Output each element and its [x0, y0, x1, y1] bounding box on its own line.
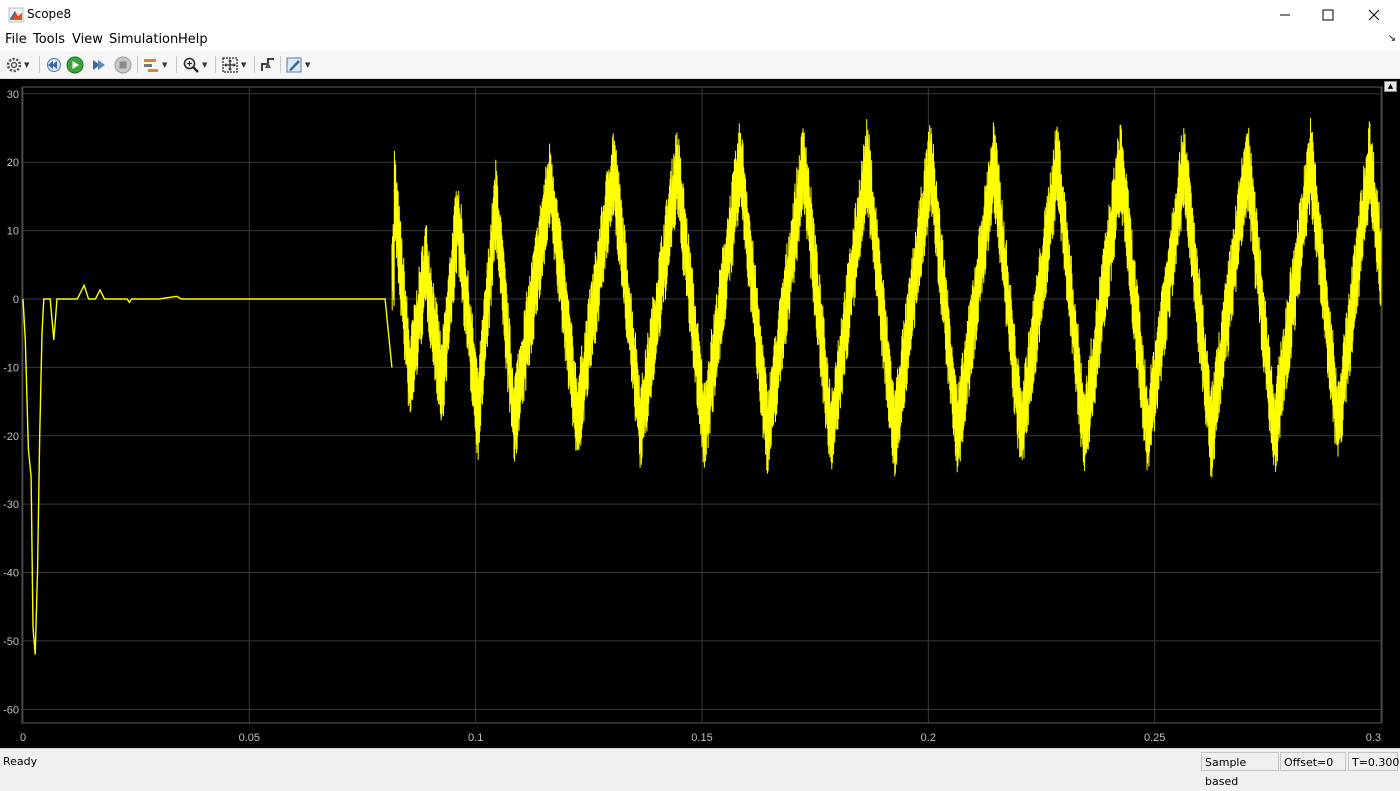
undock-icon[interactable]: ↘: [1388, 33, 1396, 44]
y-tick-label: -20: [3, 431, 19, 443]
y-tick-label: 30: [7, 89, 19, 101]
menu-help[interactable]: Help: [178, 32, 208, 47]
step-back-icon: [47, 57, 61, 72]
settings-button[interactable]: ▼: [6, 55, 29, 74]
triggers-icon: [261, 57, 274, 71]
menu-view[interactable]: View: [72, 32, 103, 47]
window-title: Scope8: [27, 7, 72, 21]
y-tick-label: 20: [7, 157, 19, 169]
autoscale-icon: [222, 56, 238, 73]
y-tick-label: 10: [7, 226, 19, 238]
style-icon: [286, 57, 302, 72]
zoom-icon: [183, 57, 199, 73]
toolbar-separator: [39, 56, 40, 73]
toolbar-separator: [176, 56, 177, 73]
toolbar-separator: [280, 56, 281, 73]
menu-file[interactable]: File: [5, 32, 27, 47]
run-button[interactable]: [66, 55, 84, 74]
stop-icon: [114, 56, 132, 73]
menu-simulation[interactable]: Simulation: [109, 32, 178, 47]
collapse-panel-button[interactable]: ▲: [1384, 81, 1397, 92]
highlight-icon: [144, 58, 158, 72]
toolbar-separator: [254, 56, 255, 73]
maximize-button[interactable]: [1305, 0, 1351, 30]
minimize-icon: [1280, 14, 1290, 16]
toolbar-separator: [215, 56, 216, 73]
close-icon: [1368, 9, 1380, 21]
y-tick-label: -50: [3, 636, 19, 648]
stop-button[interactable]: [114, 55, 132, 74]
triggers-button[interactable]: [259, 55, 277, 74]
close-button[interactable]: [1351, 0, 1397, 30]
y-tick-label: 0: [13, 294, 19, 306]
gear-icon: [6, 57, 22, 72]
y-tick-label: -40: [3, 568, 19, 580]
toolbar: ▼ ▼ ▼ ▼ ▼: [0, 51, 1400, 79]
matlab-logo-icon: [8, 7, 24, 23]
status-text: Ready: [3, 755, 38, 768]
highlight-button[interactable]: ▼: [142, 55, 167, 74]
scope-axes: 30 20 10 0 -10 -20 -30 -40 -50 -60 0 0.05 0.1 0.15 0.…: [3, 86, 1383, 744]
title-bar: Scope8: [0, 0, 1400, 30]
style-button[interactable]: ▼: [285, 55, 310, 74]
dropdown-arrow-icon: ▼: [24, 60, 30, 69]
sample-mode: Sample based: [1201, 752, 1279, 788]
x-tick-label: 0.3: [1366, 732, 1381, 744]
x-tick-label: 0: [20, 732, 26, 744]
step-back-button[interactable]: [44, 55, 62, 74]
dropdown-arrow-icon: ▼: [162, 60, 168, 69]
x-tick-label: 0.25: [1144, 732, 1165, 744]
status-bar: Ready Sample based Offset=0 T=0.300: [0, 748, 1400, 788]
step-forward-icon: [93, 59, 105, 70]
maximize-icon: [1322, 9, 1334, 21]
zoom-button[interactable]: ▼: [182, 55, 207, 74]
step-forward-button[interactable]: [90, 55, 108, 74]
y-tick-label: -10: [3, 362, 19, 374]
x-tick-label: 0.15: [691, 732, 712, 744]
minimize-button[interactable]: [1262, 0, 1308, 30]
dropdown-arrow-icon: ▼: [202, 60, 208, 69]
menu-bar: File Tools View Simulation Help ↘: [0, 30, 1400, 51]
offset-readout: Offset=0: [1280, 752, 1346, 771]
transient-trace-line: [22, 283, 393, 655]
dropdown-arrow-icon: ▼: [241, 60, 247, 69]
y-tick-label: -60: [3, 704, 19, 716]
time-readout: T=0.300: [1348, 752, 1399, 771]
run-icon: [66, 56, 84, 73]
y-tick-labels: 30 20 10 0 -10 -20 -30 -40 -50 -60: [3, 89, 19, 716]
x-tick-labels: 0 0.05 0.1 0.15 0.2 0.25 0.3: [20, 732, 1381, 744]
toolbar-separator: [137, 56, 138, 73]
oscillation-trace-line: [391, 117, 1382, 478]
x-tick-label: 0.1: [468, 732, 483, 744]
dropdown-arrow-icon: ▼: [305, 60, 311, 69]
scope-plot-area[interactable]: 30 20 10 0 -10 -20 -30 -40 -50 -60 0 0.05 0.1 0.15 0.…: [0, 79, 1400, 748]
menu-tools[interactable]: Tools: [33, 32, 65, 47]
y-tick-label: -30: [3, 499, 19, 511]
autoscale-button[interactable]: ▼: [221, 55, 246, 74]
x-tick-label: 0.05: [239, 732, 260, 744]
x-tick-label: 0.2: [921, 732, 936, 744]
